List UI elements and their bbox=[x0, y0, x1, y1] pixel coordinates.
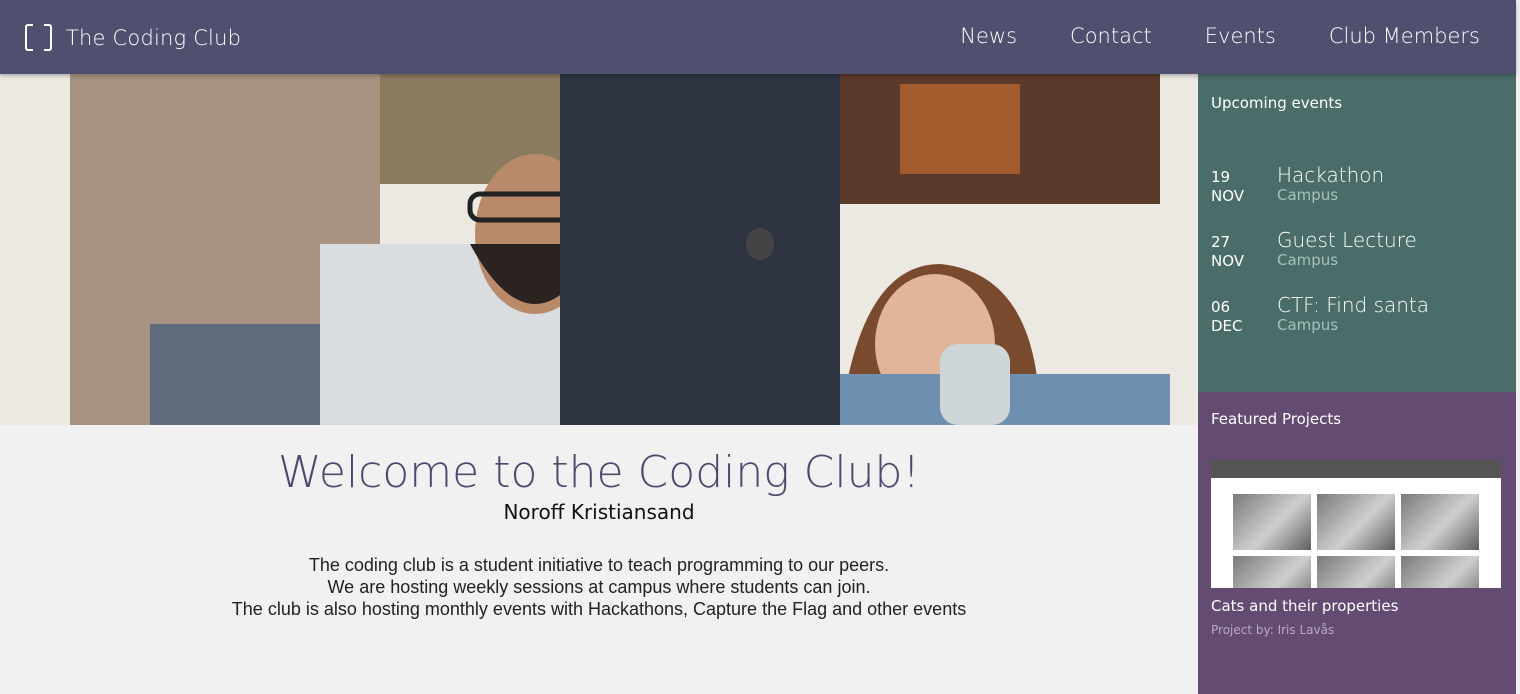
cat-image-grid bbox=[1233, 494, 1479, 588]
cat-image bbox=[1317, 494, 1395, 550]
top-navbar: The Coding Club News Contact Events Club… bbox=[0, 0, 1516, 74]
nav-news[interactable]: News bbox=[960, 24, 1017, 48]
nav-events[interactable]: Events bbox=[1205, 24, 1276, 48]
club-description: The coding club is a student initiative … bbox=[0, 554, 1198, 620]
upcoming-events-panel: Upcoming events 19 NOV Hackathon Campus … bbox=[1198, 74, 1516, 392]
event-date: 06 DEC bbox=[1211, 298, 1243, 336]
featured-projects-panel: Featured Projects Cats Cats and their pr… bbox=[1198, 392, 1516, 694]
thumbnail-header: Cats bbox=[1345, 460, 1367, 470]
event-title: Hackathon bbox=[1277, 163, 1385, 187]
cat-image bbox=[1401, 556, 1479, 588]
main-nav: News Contact Events Club Members bbox=[960, 24, 1480, 48]
description-line: The coding club is a student initiative … bbox=[308, 555, 890, 575]
event-title: CTF: Find santa bbox=[1277, 293, 1430, 317]
project-title[interactable]: Cats and their properties bbox=[1211, 597, 1398, 615]
description-line: We are hosting weekly sessions at campus… bbox=[327, 577, 871, 597]
event-day: 27 bbox=[1211, 233, 1231, 251]
event-title: Guest Lecture bbox=[1277, 228, 1417, 252]
brand-name: The Coding Club bbox=[66, 25, 242, 50]
welcome-heading: Welcome to the Coding Club! bbox=[277, 447, 921, 498]
event-place: Campus bbox=[1277, 251, 1339, 269]
event-day: 19 bbox=[1211, 168, 1231, 186]
brand[interactable]: The Coding Club bbox=[25, 24, 241, 51]
event-month: DEC bbox=[1211, 317, 1243, 335]
project-thumbnail[interactable]: Cats bbox=[1211, 460, 1501, 588]
event-month: NOV bbox=[1211, 252, 1245, 270]
event-place: Campus bbox=[1277, 186, 1339, 204]
nav-club-members[interactable]: Club Members bbox=[1329, 24, 1480, 48]
event-date: 19 NOV bbox=[1211, 168, 1244, 206]
event-month: NOV bbox=[1211, 187, 1245, 205]
event-place: Campus bbox=[1277, 316, 1339, 334]
project-author: Project by: Iris Lavås bbox=[1211, 623, 1335, 637]
projects-heading: Featured Projects bbox=[1211, 410, 1342, 428]
event-date: 27 NOV bbox=[1211, 233, 1244, 271]
nav-contact[interactable]: Contact bbox=[1070, 24, 1152, 48]
hero-photo bbox=[0, 74, 1198, 425]
campus-subtitle: Noroff Kristiansand bbox=[503, 500, 695, 524]
cat-image bbox=[1233, 556, 1311, 588]
cat-image bbox=[1317, 556, 1395, 588]
events-heading: Upcoming events bbox=[1211, 94, 1343, 112]
welcome-section: Welcome to the Coding Club! Noroff Krist… bbox=[0, 425, 1198, 694]
brackets-logo-icon bbox=[25, 24, 52, 51]
event-day: 06 bbox=[1211, 298, 1231, 316]
cat-image bbox=[1401, 494, 1479, 550]
cat-image bbox=[1233, 494, 1311, 550]
hero-image bbox=[0, 74, 1198, 425]
description-line: The club is also hosting monthly events … bbox=[231, 599, 967, 619]
